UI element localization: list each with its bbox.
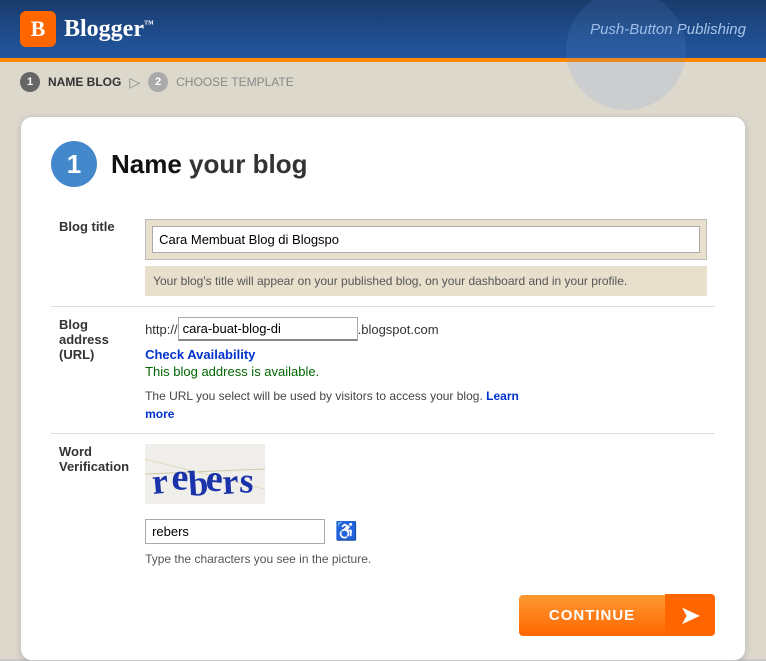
main-content: 1 Name your blog Blog title Your blog's … xyxy=(0,102,766,659)
availability-message: This blog address is available. xyxy=(145,364,707,379)
word-verification-row: Word Verification r e b xyxy=(51,434,715,577)
captcha-hint: Type the characters you see in the pictu… xyxy=(145,552,707,566)
blog-address-row: Blog address (URL) http:// .blogspot.com… xyxy=(51,307,715,434)
brand-name: Blogger™ xyxy=(64,16,154,43)
blog-address-field: http:// .blogspot.com Check Availability… xyxy=(137,307,715,434)
accessibility-icon[interactable]: ♿ xyxy=(335,521,357,542)
step-circle: 1 xyxy=(51,141,97,187)
blog-title-label: Blog title xyxy=(51,209,137,307)
url-suffix: .blogspot.com xyxy=(358,322,439,337)
form-table: Blog title Your blog's title will appear… xyxy=(51,209,715,576)
url-input[interactable] xyxy=(178,317,358,341)
captcha-image: r e b e r s xyxy=(145,444,707,509)
captcha-svg: r e b e r s xyxy=(145,444,265,504)
step-title: Name your blog xyxy=(111,149,308,180)
url-prefix: http:// xyxy=(145,322,178,337)
continue-wrapper: CONTINUE ➤ xyxy=(51,594,715,636)
step1-label: NAME BLOG xyxy=(48,75,121,89)
word-verification-field: r e b e r s ♿ Type the characters you se… xyxy=(137,434,715,577)
blogger-b-icon: B xyxy=(20,11,56,47)
logo-area: B Blogger™ xyxy=(20,11,154,47)
check-availability-link[interactable]: Check Availability xyxy=(145,347,707,362)
url-row: http:// .blogspot.com xyxy=(145,317,707,341)
step-header: 1 Name your blog xyxy=(51,141,715,187)
url-hint: The URL you select will be used by visit… xyxy=(145,387,707,423)
title-input-wrapper xyxy=(145,219,707,260)
breadcrumb-arrow: ▷ xyxy=(129,74,140,91)
step2-label: CHOOSE TEMPLATE xyxy=(176,75,294,89)
header: B Blogger™ Push-Button Publishing xyxy=(0,0,766,58)
svg-text:r: r xyxy=(221,461,239,502)
captcha-input-row: ♿ xyxy=(145,519,707,544)
blog-title-field: Your blog's title will appear on your pu… xyxy=(137,209,715,307)
trademark: ™ xyxy=(144,19,154,30)
blog-title-input[interactable] xyxy=(152,226,700,253)
blog-title-row: Blog title Your blog's title will appear… xyxy=(51,209,715,307)
svg-text:s: s xyxy=(239,460,256,501)
continue-arrow-icon: ➤ xyxy=(665,594,715,636)
captcha-input[interactable] xyxy=(145,519,325,544)
step2-badge: 2 xyxy=(148,72,168,92)
blog-address-label: Blog address (URL) xyxy=(51,307,137,434)
form-card: 1 Name your blog Blog title Your blog's … xyxy=(20,116,746,661)
step1-badge: 1 xyxy=(20,72,40,92)
word-verification-label: Word Verification xyxy=(51,434,137,577)
blog-title-hint: Your blog's title will appear on your pu… xyxy=(145,266,707,296)
continue-button[interactable]: CONTINUE xyxy=(519,595,665,636)
